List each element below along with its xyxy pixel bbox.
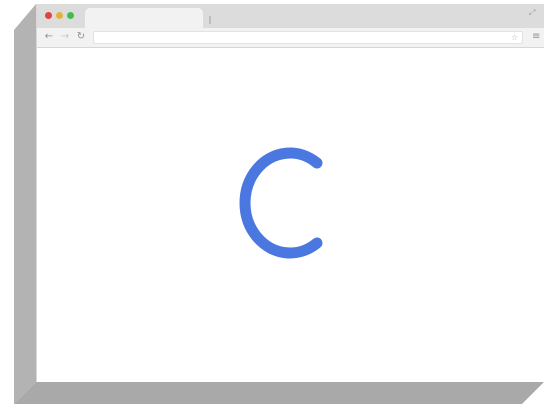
minimize-window-button[interactable] — [56, 12, 63, 19]
browser-toolbar: ← → ↻ ☆ ≡ — [37, 28, 544, 48]
slab-left-face — [14, 4, 36, 404]
screenshot-stage: ⤢ ← → ↻ ☆ ≡ — [0, 0, 544, 408]
fullscreen-icon[interactable]: ⤢ — [529, 9, 537, 17]
address-bar[interactable]: ☆ — [93, 31, 523, 44]
browser-tab[interactable] — [85, 8, 203, 28]
close-window-button[interactable] — [45, 12, 52, 19]
forward-arrow-icon[interactable]: → — [59, 31, 71, 43]
new-tab-button[interactable] — [209, 16, 211, 24]
browser-window: ⤢ ← → ↻ ☆ ≡ — [36, 4, 544, 382]
c-letter-shape — [239, 147, 323, 259]
zoom-window-button[interactable] — [67, 12, 74, 19]
c-logo — [239, 147, 323, 259]
slab-bottom-face — [14, 382, 544, 404]
back-arrow-icon[interactable]: ← — [43, 31, 55, 43]
hamburger-menu-icon[interactable]: ≡ — [532, 31, 540, 43]
tab-strip: ⤢ — [37, 4, 544, 28]
reload-icon[interactable]: ↻ — [75, 31, 87, 43]
page-content — [37, 48, 544, 382]
bookmark-star-icon[interactable]: ☆ — [511, 32, 518, 43]
